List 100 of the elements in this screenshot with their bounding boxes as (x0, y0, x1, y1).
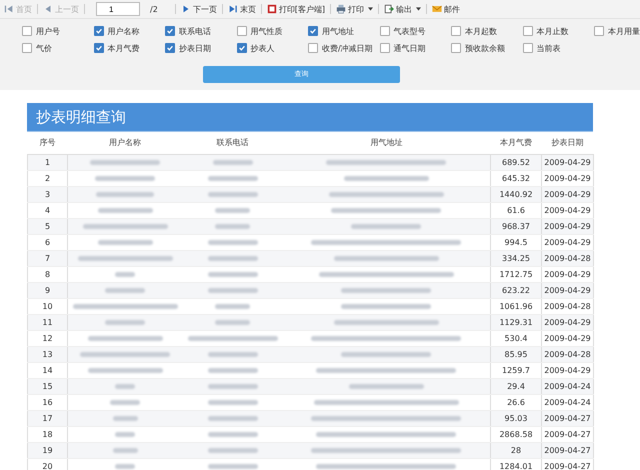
table-cell: 2009-04-29 (542, 266, 594, 282)
table-cell: 2009-04-29 (542, 154, 594, 170)
field-checkbox[interactable]: 气表型号 (380, 24, 451, 38)
table-cell: 645.32 (490, 170, 542, 186)
table-cell: 2009-04-29 (542, 234, 594, 250)
column-header: 用户名称 (68, 132, 182, 154)
table-cell: 2009-04-27 (542, 442, 594, 458)
row-number: 14 (28, 362, 68, 378)
toolbar-button[interactable]: 下一页 (178, 4, 219, 14)
column-header: 用气地址 (282, 132, 490, 154)
toolbar-button[interactable]: 邮件 (430, 4, 462, 14)
column-header: 联系电话 (182, 132, 282, 154)
table-cell: 2009-04-29 (542, 362, 594, 378)
table-cell: 2009-04-24 (542, 394, 594, 410)
caret-icon (416, 7, 422, 11)
next-icon (180, 4, 191, 14)
column-header: 抄表日期 (542, 132, 594, 154)
field-checkbox[interactable]: 用户号 (22, 24, 94, 38)
blurred-text (115, 432, 136, 437)
row-number: 12 (28, 330, 68, 346)
blurred-text (115, 272, 136, 277)
table-cell: 530.4 (490, 330, 542, 346)
column-header: 序号 (28, 132, 68, 154)
row-number: 8 (28, 266, 68, 282)
check-icon (94, 44, 102, 52)
toolbar-button[interactable]: 末页 (226, 4, 258, 14)
table-cell: 1284.01 (490, 458, 542, 470)
row-number: 5 (28, 218, 68, 234)
blurred-text (90, 160, 160, 165)
blurred-text (208, 256, 258, 261)
table-cell: 2009-04-28 (542, 298, 594, 314)
table-cell: 2009-04-28 (542, 346, 594, 362)
field-checkbox[interactable]: 用气性质 (236, 24, 308, 38)
field-checkbox[interactable]: 收费/冲减日期 (308, 41, 380, 55)
row-number: 19 (28, 442, 68, 458)
field-checkbox[interactable]: 通气日期 (380, 41, 451, 55)
blurred-text (96, 192, 154, 197)
blurred-text (208, 176, 258, 181)
last-page-icon (228, 4, 238, 14)
blurred-text (208, 192, 258, 197)
field-checkbox[interactable]: 联系电话 (165, 24, 236, 38)
menu-button[interactable]: 打印 (334, 4, 376, 14)
row-number: 15 (28, 378, 68, 394)
table-cell: 1440.92 (490, 186, 542, 202)
blurred-text (208, 384, 258, 389)
field-checkbox[interactable]: 本月止数 (522, 24, 594, 38)
table-cell: 26.6 (490, 394, 542, 410)
menu-button[interactable]: 输出 (382, 4, 424, 14)
check-icon (238, 44, 246, 52)
field-checkbox[interactable]: 预收款余额 (451, 41, 522, 55)
table-cell: 2009-04-27 (542, 426, 594, 442)
table-cell: 1712.75 (490, 266, 542, 282)
table-cell: 2009-04-29 (542, 282, 594, 298)
blurred-text (208, 400, 258, 405)
check-icon (166, 44, 174, 52)
page-field[interactable]: 1 (96, 2, 140, 16)
first-page-icon (4, 4, 14, 14)
blurred-text (215, 304, 250, 309)
table-cell: 28 (490, 442, 542, 458)
row-number: 2 (28, 170, 68, 186)
table-cell: 2009-04-29 (542, 186, 594, 202)
table-cell: 2009-04-27 (542, 458, 594, 470)
row-number: 18 (28, 426, 68, 442)
table-cell: 2009-04-29 (542, 170, 594, 186)
field-checkbox[interactable]: 用户名称 (94, 24, 165, 38)
table-cell: 2009-04-29 (542, 314, 594, 330)
blurred-text (351, 224, 422, 229)
row-number: 13 (28, 346, 68, 362)
blurred-text (208, 368, 258, 373)
field-checkbox[interactable]: 抄表人 (236, 41, 308, 55)
page-total: /2 (150, 4, 158, 14)
blurred-text (208, 448, 258, 453)
row-number: 11 (28, 314, 68, 330)
field-checkbox[interactable]: 抄表日期 (165, 41, 236, 55)
blurred-text (208, 432, 258, 437)
field-checkbox[interactable]: 本月用量 (594, 24, 640, 38)
blurred-text (112, 416, 138, 421)
row-number: 17 (28, 410, 68, 426)
row-number: 1 (28, 154, 68, 170)
blurred-text (98, 208, 153, 213)
table-cell: 1259.7 (490, 362, 542, 378)
column-header: 本月气费 (490, 132, 542, 154)
blurred-text (95, 176, 156, 181)
field-checkbox[interactable]: 气价 (22, 41, 94, 55)
table-cell: 334.25 (490, 250, 542, 266)
field-checkbox[interactable]: 本月起数 (451, 24, 522, 38)
field-checkbox[interactable]: 本月气费 (94, 41, 165, 55)
table-cell: 2868.58 (490, 426, 542, 442)
table-cell: 2009-04-29 (542, 202, 594, 218)
toolbar-button[interactable]: 打印[客户端] (264, 4, 328, 14)
mail-icon (432, 4, 442, 14)
field-checkbox[interactable]: 用气地址 (308, 24, 380, 38)
blurred-text (115, 464, 136, 469)
table-cell: 2009-04-27 (542, 410, 594, 426)
check-icon (309, 27, 317, 35)
table-cell: 61.6 (490, 202, 542, 218)
row-number: 6 (28, 234, 68, 250)
field-checkbox[interactable]: 当前表 (522, 41, 594, 55)
document-icon (266, 4, 277, 14)
blurred-text (115, 384, 136, 389)
